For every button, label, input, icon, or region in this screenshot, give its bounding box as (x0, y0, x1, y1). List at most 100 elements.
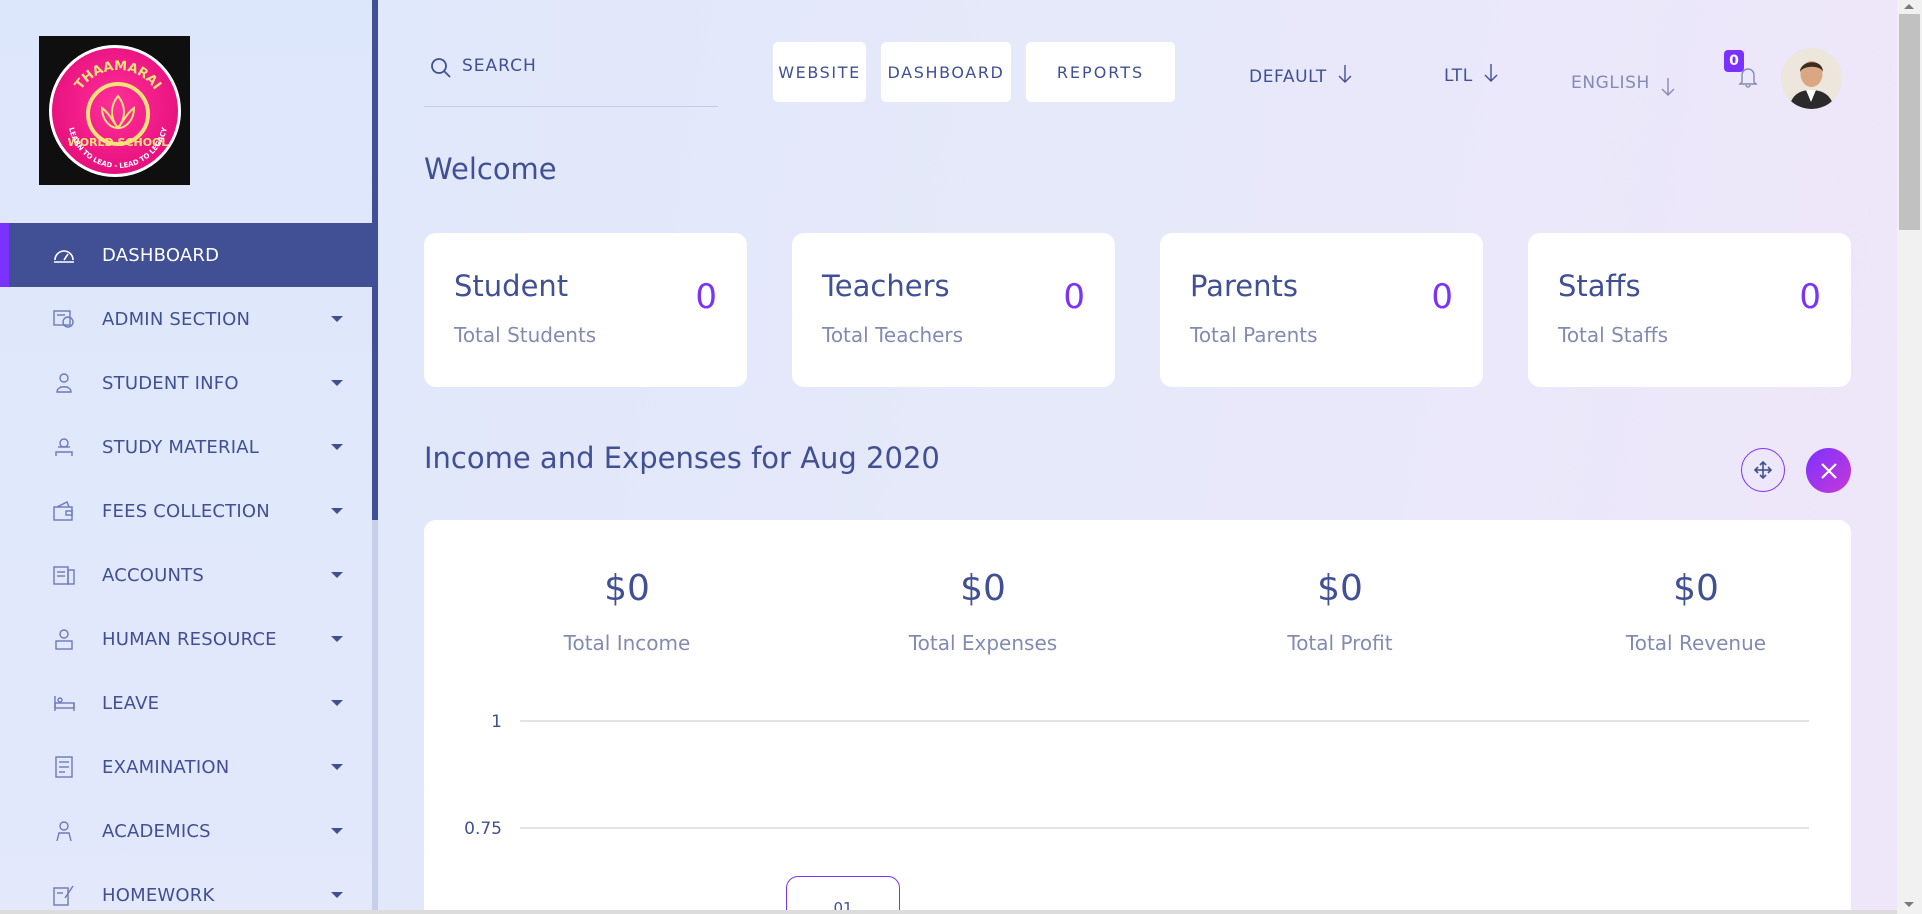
search-icon[interactable] (430, 57, 452, 83)
stat-value: 0 (1431, 277, 1453, 317)
sidebar-item-label: ADMIN SECTION (102, 308, 251, 330)
user-avatar-icon (1781, 48, 1842, 109)
stat-value: 0 (695, 277, 717, 317)
sidebar-item-label: EXAMINATION (102, 756, 230, 778)
arrow-down-icon (1337, 64, 1353, 89)
page-title: Welcome (424, 152, 557, 186)
stat-value: 0 (1799, 277, 1821, 317)
chart-y-tick-label: 1 (491, 712, 502, 732)
sidebar-item-admin-section[interactable]: ADMIN SECTION (0, 287, 372, 351)
sidebar-item-label: STUDENT INFO (102, 372, 239, 394)
sidebar-item-label: LEAVE (102, 692, 160, 714)
sidebar-item-examination[interactable]: EXAMINATION (0, 735, 372, 799)
chart-y-tick-label: 0.75 (464, 819, 502, 839)
stat-subtitle: Total Students (454, 323, 597, 347)
dashboard-button[interactable]: DASHBOARD (881, 42, 1011, 102)
notification-count-badge: 0 (1724, 50, 1744, 72)
sidebar-item-leave[interactable]: LEAVE (0, 671, 372, 735)
sidebar-scrollbar-thumb[interactable] (372, 0, 378, 520)
sidebar-item-label: DASHBOARD (102, 244, 220, 266)
exam-icon (52, 755, 76, 779)
move-button[interactable] (1741, 448, 1785, 492)
student-icon (52, 371, 76, 395)
stat-card-student[interactable]: Student Total Students 0 (424, 233, 747, 387)
page-scrollbar-thumb[interactable] (1899, 14, 1920, 230)
stat-card-parents[interactable]: Parents Total Parents 0 (1160, 233, 1483, 387)
logo-emblem: THAAMARAI WORLD SCHOOL LEARN TO LEAD - L… (48, 44, 181, 177)
lotus-logo-icon: THAAMARAI WORLD SCHOOL LEARN TO LEAD - L… (67, 58, 169, 169)
sidebar-item-label: HOMEWORK (102, 884, 215, 906)
stat-card-teachers[interactable]: Teachers Total Teachers 0 (792, 233, 1115, 387)
sidebar-item-label: FEES COLLECTION (102, 500, 270, 522)
chevron-down-icon[interactable] (331, 892, 343, 898)
section-title: Income and Expenses for Aug 2020 (424, 441, 940, 475)
sidebar-item-label: ACADEMICS (102, 820, 211, 842)
close-icon (1820, 462, 1837, 479)
chevron-down-icon[interactable] (331, 380, 343, 386)
sidebar-nav: DASHBOARD ADMIN SECTION STUDENT INFO STU… (0, 223, 372, 914)
sidebar-item-homework[interactable]: HOMEWORK (0, 863, 372, 914)
human-resource-icon (52, 627, 76, 651)
chevron-down-icon[interactable] (331, 572, 343, 578)
sidebar-item-academics[interactable]: ACADEMICS (0, 799, 372, 863)
income-expense-panel: $0 Total Income $0 Total Expenses $0 Tot… (424, 520, 1851, 914)
academics-icon (52, 819, 76, 843)
direction-dropdown-value: LTL (1444, 65, 1473, 86)
reports-button[interactable]: REPORTS (1026, 42, 1175, 102)
bed-icon (52, 691, 76, 715)
stat-title: Student (454, 269, 569, 303)
admin-icon (52, 307, 76, 331)
stat-value: 0 (1063, 277, 1085, 317)
chevron-down-icon[interactable] (331, 316, 343, 322)
chevron-down-icon[interactable] (331, 508, 343, 514)
arrow-down-icon (1660, 77, 1676, 102)
search-bar (424, 50, 718, 107)
stat-title: Parents (1190, 269, 1298, 303)
language-dropdown[interactable]: ENGLISH (1571, 63, 1676, 102)
dashboard-icon (52, 243, 76, 267)
wallet-icon (52, 499, 76, 523)
horizontal-scrollbar[interactable] (0, 910, 1897, 914)
direction-dropdown[interactable]: LTL (1444, 63, 1499, 88)
chevron-down-icon[interactable] (331, 700, 343, 706)
stat-title: Teachers (822, 269, 950, 303)
stat-subtitle: Total Parents (1190, 323, 1318, 347)
sidebar-item-student-info[interactable]: STUDENT INFO (0, 351, 372, 415)
theme-dropdown[interactable]: DEFAULT (1249, 64, 1353, 89)
chevron-down-icon[interactable] (331, 636, 343, 642)
chevron-down-icon[interactable] (331, 764, 343, 770)
scroll-up-icon[interactable] (1904, 4, 1914, 9)
sidebar-item-study-material[interactable]: STUDY MATERIAL (0, 415, 372, 479)
sidebar-item-label: ACCOUNTS (102, 564, 204, 586)
stat-title: Staffs (1558, 269, 1641, 303)
sidebar-item-dashboard[interactable]: DASHBOARD (0, 223, 372, 287)
svg-text:THAAMARAI: THAAMARAI (72, 58, 164, 92)
search-input[interactable] (462, 56, 692, 76)
income-expense-chart: 10.75 (464, 712, 1809, 839)
move-icon (1753, 460, 1773, 480)
sidebar-item-label: STUDY MATERIAL (102, 436, 259, 458)
sidebar-item-fees-collection[interactable]: FEES COLLECTION (0, 479, 372, 543)
close-button[interactable] (1806, 448, 1851, 493)
stat-subtitle: Total Staffs (1558, 323, 1669, 347)
notification-button[interactable]: 0 (1724, 50, 1760, 94)
chevron-down-icon[interactable] (331, 444, 343, 450)
chevron-down-icon[interactable] (331, 828, 343, 834)
avatar[interactable] (1781, 48, 1842, 109)
website-button[interactable]: WEBSITE (773, 42, 866, 102)
chart-tooltip: 01 (786, 876, 900, 914)
sidebar-item-label: HUMAN RESOURCE (102, 628, 277, 650)
school-logo[interactable]: THAAMARAI WORLD SCHOOL LEARN TO LEAD - L… (39, 36, 190, 185)
language-dropdown-value: ENGLISH (1571, 72, 1650, 93)
stat-card-staffs[interactable]: Staffs Total Staffs 0 (1528, 233, 1851, 387)
theme-dropdown-value: DEFAULT (1249, 66, 1327, 87)
sidebar-item-human-resource[interactable]: HUMAN RESOURCE (0, 607, 372, 671)
arrow-down-icon (1483, 63, 1499, 88)
homework-icon (52, 883, 76, 907)
stat-subtitle: Total Teachers (822, 323, 964, 347)
study-material-icon (52, 435, 76, 459)
scroll-down-icon[interactable] (1904, 902, 1914, 907)
accounts-icon (52, 563, 76, 587)
sidebar: THAAMARAI WORLD SCHOOL LEARN TO LEAD - L… (0, 0, 373, 914)
sidebar-item-accounts[interactable]: ACCOUNTS (0, 543, 372, 607)
